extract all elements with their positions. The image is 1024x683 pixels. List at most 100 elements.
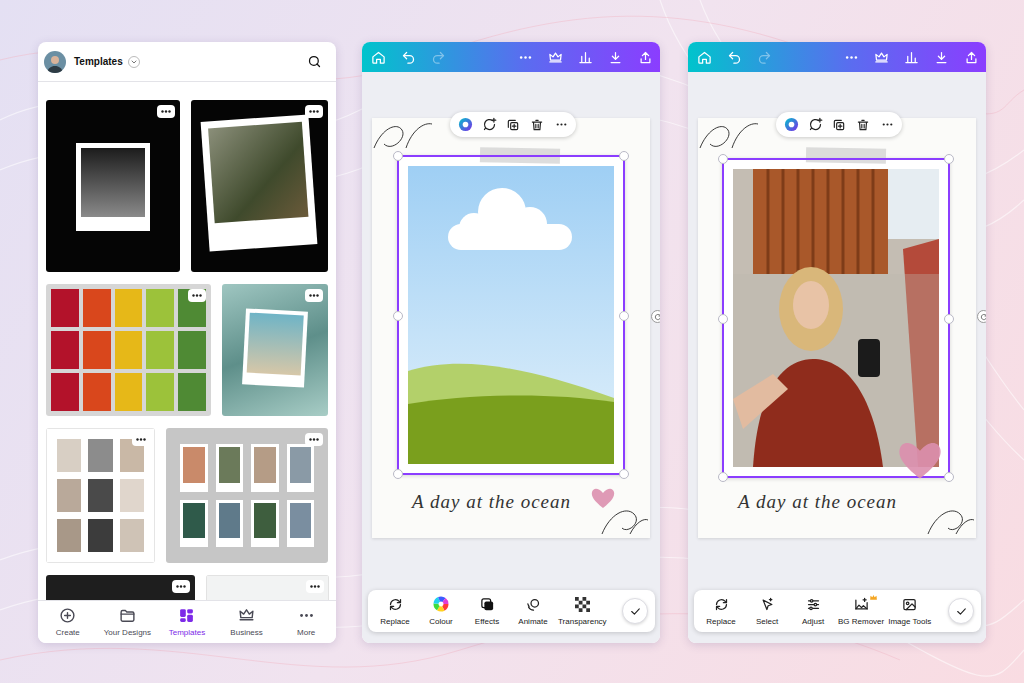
tool-label: Select (756, 617, 778, 627)
more-icon (297, 607, 315, 625)
floating-toolbar (450, 112, 576, 137)
tool-label: Replace (706, 617, 735, 627)
share-icon[interactable] (630, 42, 660, 72)
nav-label: Business (230, 628, 262, 638)
check-icon[interactable] (622, 598, 648, 624)
nav-label: Templates (169, 628, 205, 638)
search-icon[interactable] (304, 52, 324, 72)
premium-crown-icon (869, 593, 878, 602)
more-options-icon[interactable] (157, 105, 175, 118)
tool-button[interactable]: Replace (372, 596, 418, 627)
colour-icon (433, 596, 450, 613)
download-icon[interactable] (600, 42, 630, 72)
insights-icon[interactable] (570, 42, 600, 72)
create-icon (59, 607, 77, 625)
nav-item[interactable]: Your Designs (98, 601, 158, 643)
home-icon[interactable] (689, 42, 719, 72)
selfie-photo[interactable] (733, 169, 939, 467)
undo-icon[interactable] (719, 42, 749, 72)
resize-handle[interactable] (718, 314, 728, 324)
template-row (46, 284, 328, 416)
home-icon[interactable] (363, 42, 393, 72)
resize-handle[interactable] (944, 314, 954, 324)
more-options-icon[interactable] (188, 289, 206, 302)
tool-button[interactable]: Animate (510, 596, 556, 627)
nav-item[interactable]: Business (217, 601, 277, 643)
design-text[interactable]: A day at the ocean (412, 490, 571, 514)
resize-handle[interactable] (718, 472, 728, 482)
more-options-icon[interactable] (305, 433, 323, 446)
template-thumbnail[interactable] (191, 100, 328, 272)
resize-handle[interactable] (619, 311, 629, 321)
template-thumbnail[interactable] (166, 428, 328, 563)
tool-button[interactable]: Effects (464, 596, 510, 627)
trash-icon[interactable] (855, 117, 871, 133)
undo-icon[interactable] (393, 42, 423, 72)
design-page[interactable]: A day at the ocean (698, 118, 976, 538)
tool-button[interactable]: Select (744, 596, 790, 627)
rotate-icon[interactable] (651, 310, 660, 323)
nav-item[interactable]: Templates (157, 601, 217, 643)
rotate-icon[interactable] (977, 310, 986, 323)
more-icon[interactable] (836, 42, 866, 72)
duplicate-icon[interactable] (831, 117, 847, 133)
tool-button[interactable]: Adjust (790, 596, 836, 627)
photo-frame[interactable] (722, 158, 950, 478)
resize-handle[interactable] (393, 469, 403, 479)
resize-handle[interactable] (619, 469, 629, 479)
comment-icon[interactable] (807, 117, 823, 133)
tool-button[interactable]: Image Tools (886, 596, 933, 627)
more-icon[interactable] (879, 117, 895, 133)
chevron-down-icon[interactable] (128, 56, 140, 68)
tool-button[interactable]: BG Remover (836, 596, 886, 627)
resize-handle[interactable] (393, 311, 403, 321)
trash-icon[interactable] (529, 117, 545, 133)
more-icon[interactable] (510, 42, 540, 72)
tool-button[interactable]: Replace (698, 596, 744, 627)
resize-handle[interactable] (619, 151, 629, 161)
check-icon[interactable] (948, 598, 974, 624)
redo-icon (423, 42, 453, 72)
photo-frame[interactable] (397, 155, 625, 475)
nav-label: Create (56, 628, 80, 638)
design-text[interactable]: A day at the ocean (738, 490, 897, 514)
nav-item[interactable]: Create (38, 601, 98, 643)
resize-handle[interactable] (944, 154, 954, 164)
share-icon[interactable] (956, 42, 986, 72)
crown-icon[interactable] (540, 42, 570, 72)
bottom-toolbar: ReplaceColourEffectsAnimateTransparency (368, 590, 655, 632)
landscape-illustration[interactable] (408, 166, 614, 464)
comment-icon[interactable] (481, 117, 497, 133)
assistant-icon[interactable] (783, 117, 799, 133)
avatar-icon[interactable] (44, 51, 66, 73)
template-thumbnail[interactable] (46, 428, 155, 563)
template-thumbnail[interactable] (222, 284, 328, 416)
more-options-icon[interactable] (305, 105, 323, 118)
template-grid (38, 82, 336, 600)
bottom-toolbar: Replace Select AdjustBG RemoverImage Tools (694, 590, 981, 632)
crown-icon[interactable] (866, 42, 896, 72)
design-page[interactable]: A day at the ocean (372, 118, 650, 538)
resize-handle[interactable] (393, 151, 403, 161)
template-thumbnail[interactable] (46, 575, 195, 600)
duplicate-icon[interactable] (505, 117, 521, 133)
resize-handle[interactable] (944, 472, 954, 482)
more-icon[interactable] (553, 117, 569, 133)
more-options-icon[interactable] (172, 580, 190, 593)
resize-handle[interactable] (718, 154, 728, 164)
effects-icon (479, 596, 496, 613)
tool-button[interactable]: Colour (418, 596, 464, 627)
insights-icon[interactable] (896, 42, 926, 72)
template-thumbnail[interactable] (46, 100, 180, 272)
template-thumbnail[interactable] (46, 284, 211, 416)
assistant-icon[interactable] (457, 117, 473, 133)
more-options-icon[interactable] (305, 289, 323, 302)
download-icon[interactable] (926, 42, 956, 72)
tool-button[interactable]: Transparency (556, 596, 609, 627)
template-thumbnail[interactable] (206, 575, 329, 600)
tape-strip (806, 147, 886, 163)
templates-title[interactable]: Templates (74, 54, 123, 69)
more-options-icon[interactable] (306, 580, 324, 593)
nav-item[interactable]: More (276, 601, 336, 643)
more-options-icon[interactable] (132, 433, 150, 446)
